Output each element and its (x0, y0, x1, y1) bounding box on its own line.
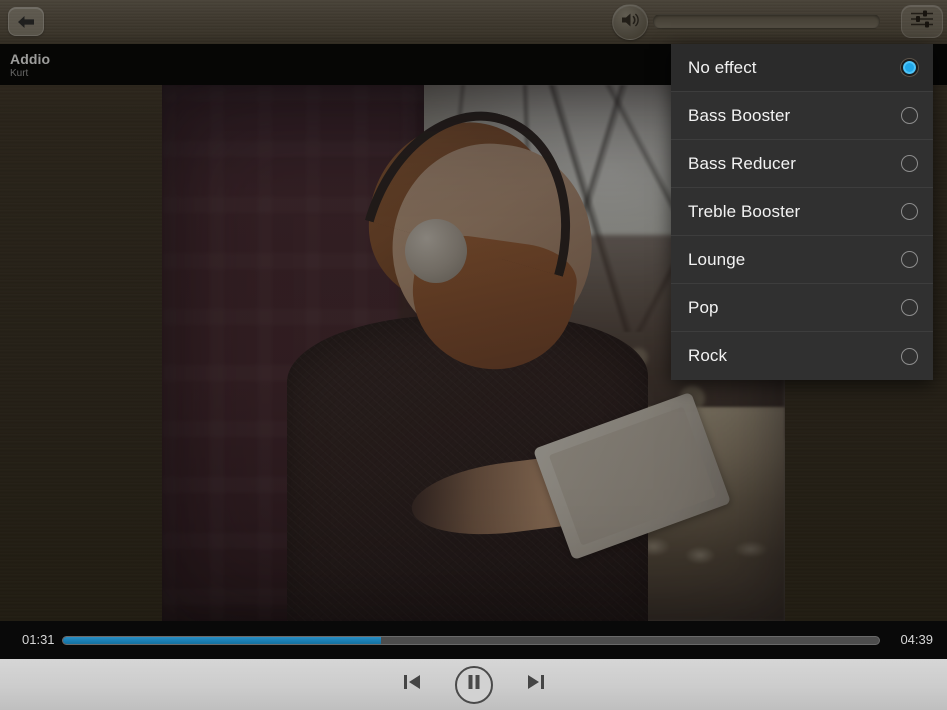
back-button[interactable] (8, 7, 44, 36)
effects-menu-item-bass-reducer[interactable]: Bass Reducer (671, 140, 933, 188)
radio-button-icon[interactable] (901, 251, 918, 268)
radio-button-selected-icon[interactable] (901, 59, 918, 76)
next-track-button[interactable] (517, 666, 555, 704)
effects-menu-item-rock[interactable]: Rock (671, 332, 933, 380)
radio-button-icon[interactable] (901, 155, 918, 172)
top-toolbar (0, 0, 947, 44)
radio-button-icon[interactable] (901, 299, 918, 316)
equalizer-button[interactable] (901, 5, 943, 38)
audio-effects-menu[interactable]: No effect Bass Booster Bass Reducer Treb… (671, 44, 933, 380)
effects-item-label: Treble Booster (688, 201, 801, 221)
effects-item-label: Lounge (688, 249, 746, 269)
effects-menu-item-treble-booster[interactable]: Treble Booster (671, 188, 933, 236)
effects-menu-item-lounge[interactable]: Lounge (671, 236, 933, 284)
track-artist: Kurt (10, 68, 29, 79)
radio-button-icon[interactable] (901, 347, 918, 365)
previous-track-button[interactable] (393, 666, 431, 704)
effects-item-label: No effect (688, 57, 757, 77)
effects-menu-item-bass-booster[interactable]: Bass Booster (671, 92, 933, 140)
effects-item-label: Pop (688, 297, 719, 317)
progress-bar-strip: 01:31 04:39 (0, 621, 947, 659)
radio-button-icon[interactable] (901, 203, 918, 220)
effects-menu-item-no-effect[interactable]: No effect (671, 44, 933, 92)
effects-menu-item-pop[interactable]: Pop (671, 284, 933, 332)
seek-bar[interactable] (62, 636, 880, 645)
seek-bar-fill (63, 637, 382, 644)
current-time-label: 01:31 (22, 632, 55, 647)
music-player-window: Addio Kurt No effect Bass Booster Bass R… (0, 0, 947, 710)
previous-track-icon (401, 671, 423, 698)
speaker-volume-icon (620, 11, 640, 34)
effects-item-label: Rock (688, 346, 728, 365)
next-track-icon (525, 671, 547, 698)
effects-item-label: Bass Booster (688, 105, 791, 125)
effects-item-label: Bass Reducer (688, 153, 796, 173)
pause-icon (466, 673, 482, 696)
radio-button-icon[interactable] (901, 107, 918, 124)
equalizer-settings-icon (909, 9, 935, 34)
volume-button[interactable] (612, 4, 648, 40)
transport-controls (0, 659, 947, 710)
back-arrow-icon (16, 15, 36, 29)
track-title: Addio (10, 51, 51, 67)
volume-slider[interactable] (653, 14, 880, 29)
total-time-label: 04:39 (900, 632, 933, 647)
play-pause-button[interactable] (454, 665, 493, 704)
